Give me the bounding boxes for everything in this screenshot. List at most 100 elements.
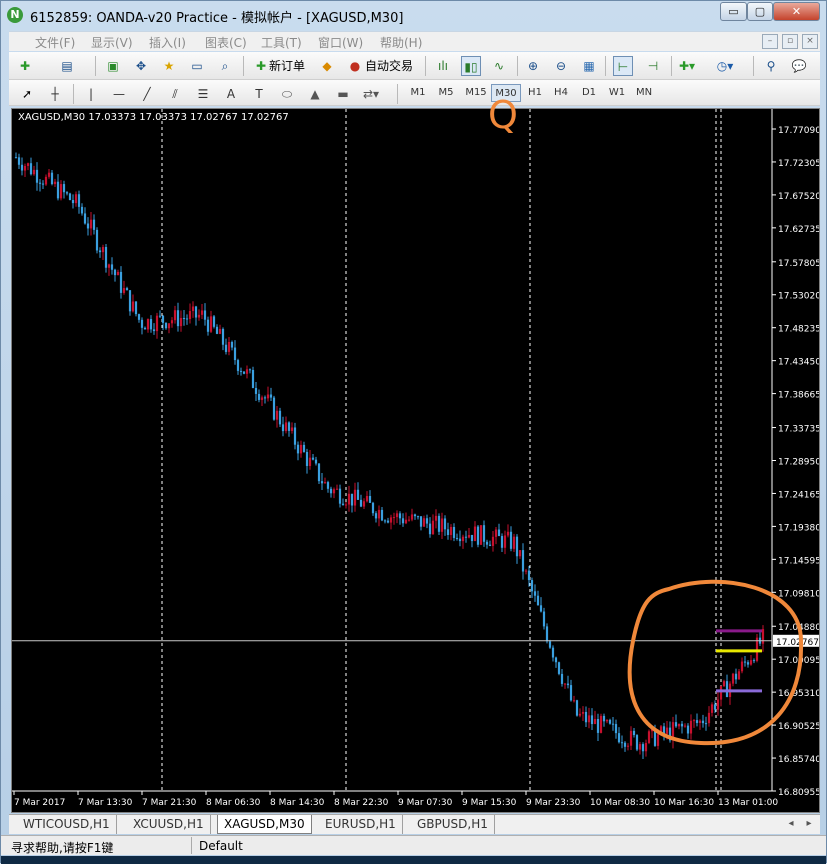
tab-wticousd[interactable]: WTICOUSD,H1 [17,815,117,834]
candle-body [614,724,618,734]
indicators-icon[interactable]: ✚▾ [677,56,697,76]
candle-body [20,164,24,171]
crosshair-icon[interactable]: ┼ [45,84,65,104]
fibonacci-icon[interactable]: ☰ [193,84,213,104]
vertical-line-icon[interactable]: | [81,84,101,104]
menu-file[interactable]: 文件(F) [35,34,75,51]
timeframe-m30[interactable]: M30 [491,84,521,102]
menu-charts[interactable]: 图表(C) [205,34,247,51]
candle-body [662,726,666,734]
mdi-close-button[interactable]: × [802,34,818,49]
tabs-scroll-left-icon[interactable]: ◂ [781,814,801,834]
candle-body [110,264,114,270]
time-tick-label: 9 Mar 23:30 [526,798,581,808]
candle-body [368,496,372,503]
menu-help[interactable]: 帮助(H) [380,34,422,51]
timeframe-m15[interactable]: M15 [461,84,491,102]
chart-shift-icon[interactable]: ⊣ [643,56,663,76]
candle-body [719,686,723,700]
candle-body [398,513,402,519]
cursor-icon[interactable]: ➚ [17,84,37,104]
arrows-icon[interactable]: ⇄▾ [361,84,381,104]
auto-trade-button[interactable]: 自动交易 [365,56,413,76]
mdi-restore-button[interactable]: ▫ [782,34,798,49]
candle-body [203,310,207,320]
data-window-icon[interactable]: ✥ [131,56,151,76]
candle-body [50,172,54,185]
candle-body [542,611,546,627]
periods-icon[interactable]: ◷▾ [715,56,735,76]
timeframe-mn[interactable]: MN [631,84,657,102]
trendline-icon[interactable]: ╱ [137,84,157,104]
maximize-button[interactable]: ▢ [747,2,773,21]
menu-window[interactable]: 窗口(W) [318,34,363,51]
search-icon[interactable]: ⚲ [761,56,781,76]
horizontal-line-icon[interactable]: — [109,84,129,104]
ellipse-icon[interactable]: ⬭ [277,84,297,104]
market-watch-icon[interactable]: ▣ [103,56,123,76]
timeframe-m1[interactable]: M1 [405,84,431,102]
candle-body [56,181,60,199]
tabs-scroll-right-icon[interactable]: ▸ [799,814,819,834]
candle-body [107,264,111,268]
line-chart-icon[interactable]: ∿ [489,56,509,76]
tab-gbpusd[interactable]: GBPUSD,H1 [411,815,495,834]
timeframe-w1[interactable]: W1 [605,84,629,102]
candle-body [260,397,264,400]
mdi-minimize-button[interactable]: – [762,34,778,49]
terminal-icon[interactable]: ▭ [187,56,207,76]
new-chart-icon[interactable]: ✚ [15,56,35,76]
candle-body [686,725,690,734]
triangle-icon[interactable]: ▲ [305,84,325,104]
bar-chart-icon[interactable]: ılı [433,56,453,76]
navigator-icon[interactable]: ★ [159,56,179,76]
text-label-icon[interactable]: T [249,84,269,104]
chat-icon[interactable]: 💬 [789,56,809,76]
menu-tools[interactable]: 工具(T) [261,34,302,51]
timeframe-h1[interactable]: H1 [523,84,547,102]
tab-xcuusd[interactable]: XCUUSD,H1 [127,815,211,834]
close-button[interactable]: ✕ [773,2,820,21]
menu-view[interactable]: 显示(V) [91,34,133,51]
timeframe-d1[interactable]: D1 [577,84,601,102]
auto-scroll-icon[interactable]: ⊢ [613,56,633,76]
price-tick-label: 17.77090 [778,126,819,136]
text-icon[interactable]: A [221,84,241,104]
metaeditor-icon[interactable]: ◆ [317,56,337,76]
tab-xagusd[interactable]: XAGUSD,M30 [217,815,312,834]
candle-body [200,310,204,315]
candle-body [248,369,252,371]
candle-body [47,172,51,177]
candle-body [689,720,693,734]
zoom-out-icon[interactable]: ⊖ [551,56,571,76]
candle-body [197,314,201,318]
price-chart[interactable]: 17.77090 17.72305 17.67520 17.62735 17.57805… [12,109,819,812]
timeframe-m5[interactable]: M5 [433,84,459,102]
auto-trade-icon[interactable]: ● [345,56,365,76]
candlestick-chart-icon[interactable]: ▮▯ [461,56,481,76]
equidistant-channel-icon[interactable]: ⫽ [165,84,185,104]
candle-body [668,727,672,741]
timeframe-h4[interactable]: H4 [549,84,573,102]
candle-body [641,744,645,752]
minimize-button[interactable]: ▭ [720,2,747,21]
candle-body [191,306,195,312]
candle-body [659,726,663,735]
candle-body [275,410,279,420]
rectangle-icon[interactable]: ▬ [333,84,353,104]
chart-window[interactable]: 17.77090 17.72305 17.67520 17.62735 17.57805… [11,108,820,813]
candle-body [653,728,657,746]
zoom-in-icon[interactable]: ⊕ [523,56,543,76]
candle-body [545,626,549,642]
tab-eurusd[interactable]: EURUSD,H1 [319,815,403,834]
candle-body [437,515,441,532]
candle-body [563,683,567,685]
candle-body [347,493,351,505]
new-order-button[interactable]: 新订单 [269,56,305,76]
strategy-tester-icon[interactable]: ⌕ [215,56,235,76]
candle-body [740,661,744,672]
menu-insert[interactable]: 插入(I) [149,34,186,51]
tile-windows-icon[interactable]: ▦ [579,56,599,76]
profiles-icon[interactable]: ▤ [57,56,77,76]
new-order-icon[interactable]: ✚ [251,56,271,76]
